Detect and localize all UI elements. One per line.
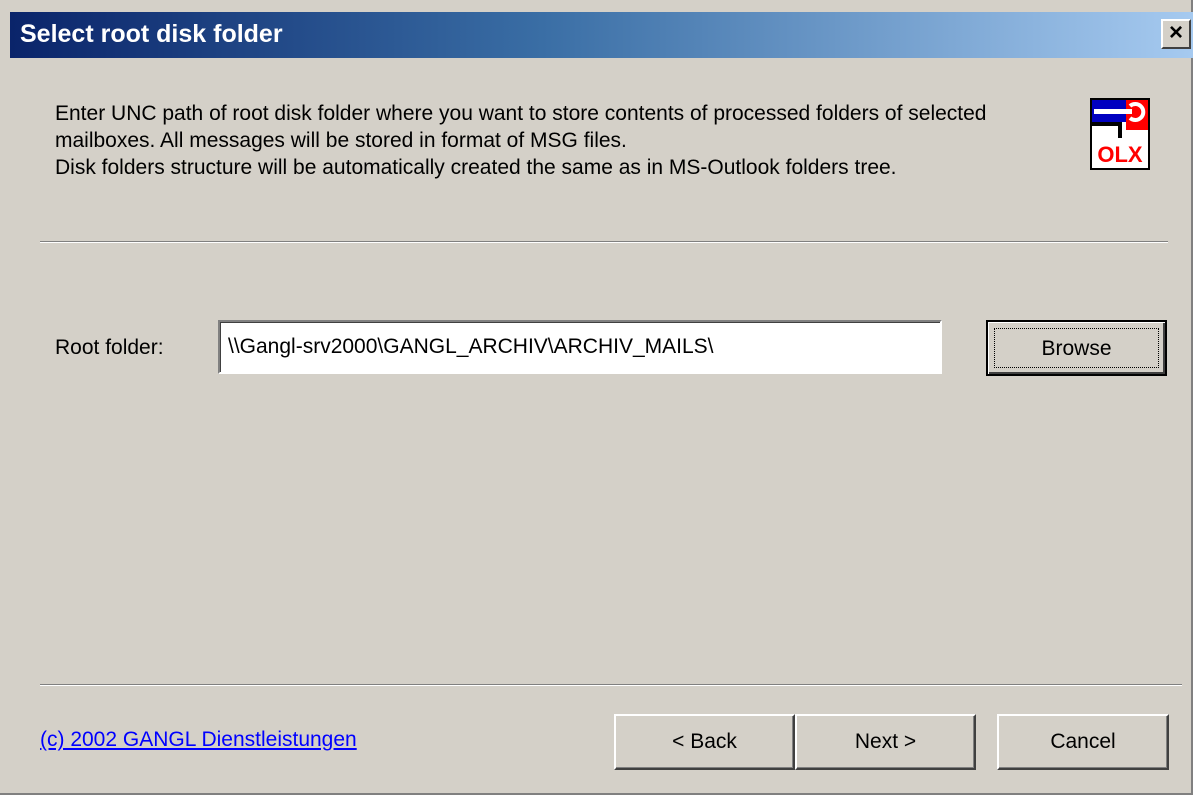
olx-tool-icon: OLX [1090, 98, 1150, 170]
root-folder-input[interactable] [218, 320, 942, 374]
copyright-link[interactable]: (c) 2002 GANGL Dienstleistungen [40, 728, 357, 752]
title-bar[interactable]: Select root disk folder × [10, 12, 1193, 58]
description-text: Enter UNC path of root disk folder where… [55, 100, 1065, 181]
separator-top [40, 241, 1168, 243]
browse-button[interactable]: Browse [986, 320, 1167, 376]
logo-text: OLX [1097, 142, 1143, 167]
back-button[interactable]: < Back [614, 714, 795, 770]
next-button[interactable]: Next > [795, 714, 976, 770]
close-button[interactable]: × [1161, 19, 1191, 49]
root-folder-label: Root folder: [55, 336, 164, 359]
separator-bottom [40, 684, 1182, 686]
dialog-window: Select root disk folder × Enter UNC path… [0, 0, 1193, 795]
window-title: Select root disk folder [20, 20, 283, 48]
browse-button-label: Browse [994, 328, 1159, 368]
description-line-2: Disk folders structure will be automatic… [55, 156, 897, 179]
description-line-1: Enter UNC path of root disk folder where… [55, 102, 987, 152]
cancel-button[interactable]: Cancel [997, 714, 1169, 770]
close-icon: × [1168, 19, 1183, 46]
